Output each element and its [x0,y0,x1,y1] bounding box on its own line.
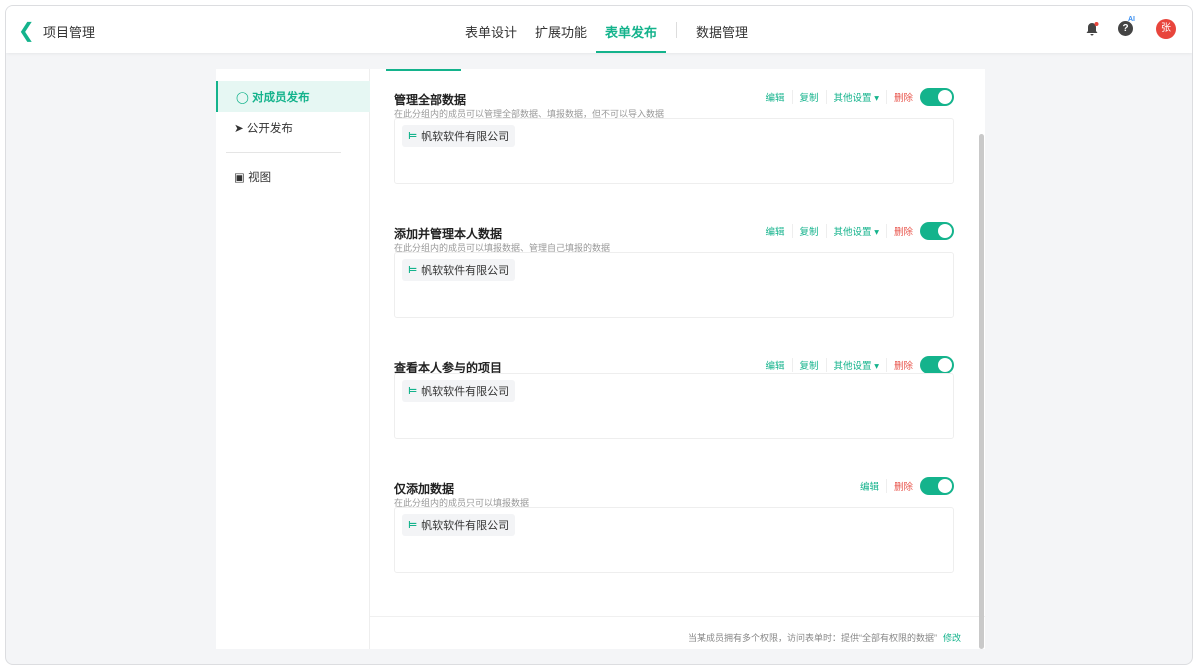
member-chip: ⊨ 帆软软件有限公司 [402,259,516,281]
header: ❮ 项目管理 表单设计 扩展功能 表单发布 数据管理 ? AI 张 [6,6,1192,53]
app-window: ❮ 项目管理 表单设计 扩展功能 表单发布 数据管理 ? AI 张 ◯ 对成员发… [5,5,1193,665]
view-icon: ▣ [234,172,245,184]
tab-data-management[interactable]: 数据管理 [687,6,757,53]
permission-title: 添加并管理本人数据 [394,227,503,241]
edit-button[interactable]: 编辑 [759,90,793,104]
copy-button[interactable]: 复制 [793,224,827,238]
page-title: 项目管理 [43,25,96,40]
permission-title: 仅添加数据 [394,482,455,496]
tab-extensions[interactable]: 扩展功能 [526,6,596,53]
tab-bar: 表单设计 扩展功能 表单发布 数据管理 [456,6,757,53]
enable-toggle[interactable] [920,477,954,495]
member-box[interactable]: ⊨ 帆软软件有限公司 [394,507,954,573]
scrollbar[interactable] [979,134,984,649]
ai-badge: AI [1128,16,1135,23]
enable-toggle[interactable] [920,88,954,106]
member-chip: ⊨ 帆软软件有限公司 [402,514,516,536]
scroll-indicator [386,69,461,71]
sidebar-item-public-publish[interactable]: ➤ 公开发布 [216,112,370,143]
enable-toggle[interactable] [920,356,954,374]
avatar[interactable]: 张 [1156,19,1176,39]
modify-link[interactable]: 修改 [943,633,961,643]
delete-button[interactable]: 删除 [887,224,920,238]
sidebar-item-label: 对成员发布 [252,92,310,104]
delete-button[interactable]: 删除 [887,358,920,372]
member-name: 帆软软件有限公司 [421,131,510,143]
edit-button[interactable]: 编辑 [759,224,793,238]
other-settings-label: 其他设置 [833,227,872,238]
footer-text: 当某成员拥有多个权限，访问表单时：提供“全部有权限的数据” [687,633,937,643]
help-icon[interactable]: ? [1118,21,1133,36]
permission-panel: 管理全部数据 在此分组内的成员可以管理全部数据、填报数据，但不可以导入数据 编辑… [370,69,985,649]
delete-button[interactable]: 删除 [887,90,920,104]
edit-button[interactable]: 编辑 [853,479,887,493]
enable-toggle[interactable] [920,222,954,240]
member-name: 帆软软件有限公司 [421,265,510,277]
sidebar-item-view[interactable]: ▣ 视图 [216,161,370,192]
sidebar-divider [226,152,341,153]
sidebar-item-member-publish[interactable]: ◯ 对成员发布 [216,81,370,112]
edit-button[interactable]: 编辑 [759,358,793,372]
back-arrow-icon[interactable]: ❮ [18,18,35,43]
copy-button[interactable]: 复制 [793,90,827,104]
other-settings-dropdown[interactable]: 其他设置 ▾ [827,224,887,238]
member-box[interactable]: ⊨ 帆软软件有限公司 [394,118,954,184]
member-chip: ⊨ 帆软软件有限公司 [402,125,516,147]
org-tree-icon: ⊨ [408,130,418,142]
delete-button[interactable]: 删除 [887,479,920,493]
copy-button[interactable]: 复制 [793,358,827,372]
member-box[interactable]: ⊨ 帆软软件有限公司 [394,373,954,439]
other-settings-label: 其他设置 [833,361,872,372]
member-chip: ⊨ 帆软软件有限公司 [402,380,516,402]
org-tree-icon: ⊨ [408,385,418,397]
sidebar-item-label: 视图 [248,172,272,184]
member-name: 帆软软件有限公司 [421,386,510,398]
tab-form-design[interactable]: 表单设计 [456,6,526,53]
other-settings-dropdown[interactable]: 其他设置 ▾ [827,90,887,104]
org-tree-icon: ⊨ [408,519,418,531]
member-box[interactable]: ⊨ 帆软软件有限公司 [394,252,954,318]
member-icon: ◯ [236,92,249,104]
tab-form-publish[interactable]: 表单发布 [596,6,667,53]
permission-title: 管理全部数据 [394,93,467,107]
footer: 当某成员拥有多个权限，访问表单时：提供“全部有权限的数据” 修改 [370,616,985,649]
sidebar: ◯ 对成员发布 ➤ 公开发布 ▣ 视图 [216,69,370,649]
other-settings-label: 其他设置 [833,93,872,104]
sidebar-item-label: 公开发布 [246,123,293,135]
bell-icon[interactable] [1084,21,1100,37]
org-tree-icon: ⊨ [408,264,418,276]
other-settings-dropdown[interactable]: 其他设置 ▾ [827,358,887,372]
send-icon: ➤ [234,123,244,135]
tab-divider [676,22,678,38]
member-name: 帆软软件有限公司 [421,520,510,532]
